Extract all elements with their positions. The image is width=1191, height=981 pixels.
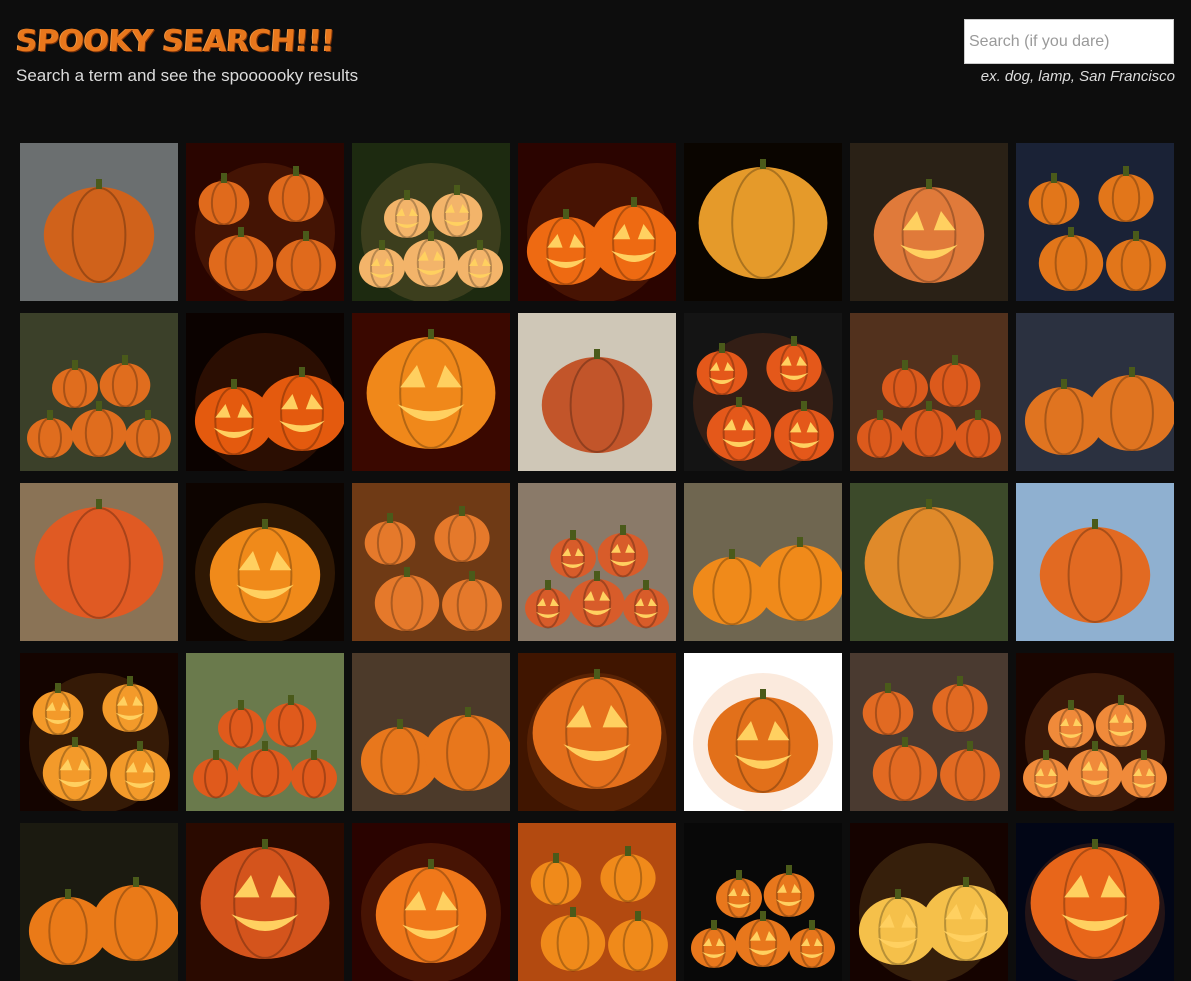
pumpkin-thumbnail (850, 143, 1008, 301)
result-image[interactable] (518, 653, 676, 811)
pumpkin-thumbnail (850, 313, 1008, 471)
result-image[interactable] (518, 143, 676, 301)
pumpkin-thumbnail (684, 483, 842, 641)
page-title: SPOOKY SEARCH!!! (14, 24, 336, 59)
pumpkin-thumbnail (20, 143, 178, 301)
pumpkin-thumbnail (1016, 143, 1174, 301)
result-image[interactable] (850, 823, 1008, 981)
pumpkin-thumbnail (186, 823, 344, 981)
page-subtitle: Search a term and see the spoooooky resu… (16, 66, 359, 85)
pumpkin-thumbnail (684, 653, 842, 811)
result-image[interactable] (684, 143, 842, 301)
pumpkin-thumbnail (518, 823, 676, 981)
result-image[interactable] (1016, 823, 1174, 981)
result-image[interactable] (352, 483, 510, 641)
pumpkin-thumbnail (518, 653, 676, 811)
pumpkin-thumbnail (186, 653, 344, 811)
pumpkin-thumbnail (684, 313, 842, 471)
result-image[interactable] (352, 313, 510, 471)
pumpkin-thumbnail (1016, 653, 1174, 811)
result-image[interactable] (1016, 483, 1174, 641)
result-image[interactable] (352, 653, 510, 811)
result-image[interactable] (1016, 143, 1174, 301)
search-hint: ex. dog, lamp, San Francisco (980, 68, 1175, 85)
page-header: SPOOKY SEARCH!!! Search a term and see t… (0, 0, 1191, 130)
result-image[interactable] (186, 143, 344, 301)
result-image[interactable] (518, 313, 676, 471)
pumpkin-thumbnail (186, 483, 344, 641)
search-input[interactable] (964, 19, 1174, 64)
pumpkin-thumbnail (684, 823, 842, 981)
pumpkin-thumbnail (352, 653, 510, 811)
result-image[interactable] (684, 653, 842, 811)
pumpkin-thumbnail (1016, 313, 1174, 471)
pumpkin-thumbnail (850, 823, 1008, 981)
result-image[interactable] (20, 483, 178, 641)
result-image[interactable] (352, 823, 510, 981)
result-image[interactable] (186, 483, 344, 641)
result-image[interactable] (684, 823, 842, 981)
result-image[interactable] (684, 313, 842, 471)
pumpkin-thumbnail (186, 313, 344, 471)
pumpkin-thumbnail (518, 313, 676, 471)
result-image[interactable] (1016, 313, 1174, 471)
pumpkin-thumbnail (20, 823, 178, 981)
pumpkin-thumbnail (352, 483, 510, 641)
result-image[interactable] (850, 313, 1008, 471)
result-image[interactable] (352, 143, 510, 301)
pumpkin-thumbnail (352, 313, 510, 471)
pumpkin-thumbnail (20, 483, 178, 641)
result-image[interactable] (20, 653, 178, 811)
pumpkin-thumbnail (352, 143, 510, 301)
result-image[interactable] (850, 143, 1008, 301)
result-image[interactable] (20, 823, 178, 981)
result-image[interactable] (186, 313, 344, 471)
pumpkin-thumbnail (1016, 483, 1174, 641)
result-image[interactable] (518, 823, 676, 981)
result-image[interactable] (850, 483, 1008, 641)
result-image[interactable] (684, 483, 842, 641)
result-image[interactable] (20, 313, 178, 471)
pumpkin-thumbnail (518, 143, 676, 301)
result-image[interactable] (186, 823, 344, 981)
result-image[interactable] (1016, 653, 1174, 811)
pumpkin-thumbnail (684, 143, 842, 301)
pumpkin-thumbnail (850, 653, 1008, 811)
pumpkin-thumbnail (186, 143, 344, 301)
pumpkin-thumbnail (850, 483, 1008, 641)
pumpkin-thumbnail (20, 313, 178, 471)
result-image[interactable] (20, 143, 178, 301)
pumpkin-thumbnail (352, 823, 510, 981)
result-image[interactable] (850, 653, 1008, 811)
result-image[interactable] (186, 653, 344, 811)
pumpkin-thumbnail (518, 483, 676, 641)
result-image[interactable] (518, 483, 676, 641)
results-grid (20, 143, 1174, 981)
pumpkin-thumbnail (20, 653, 178, 811)
pumpkin-thumbnail (1016, 823, 1174, 981)
